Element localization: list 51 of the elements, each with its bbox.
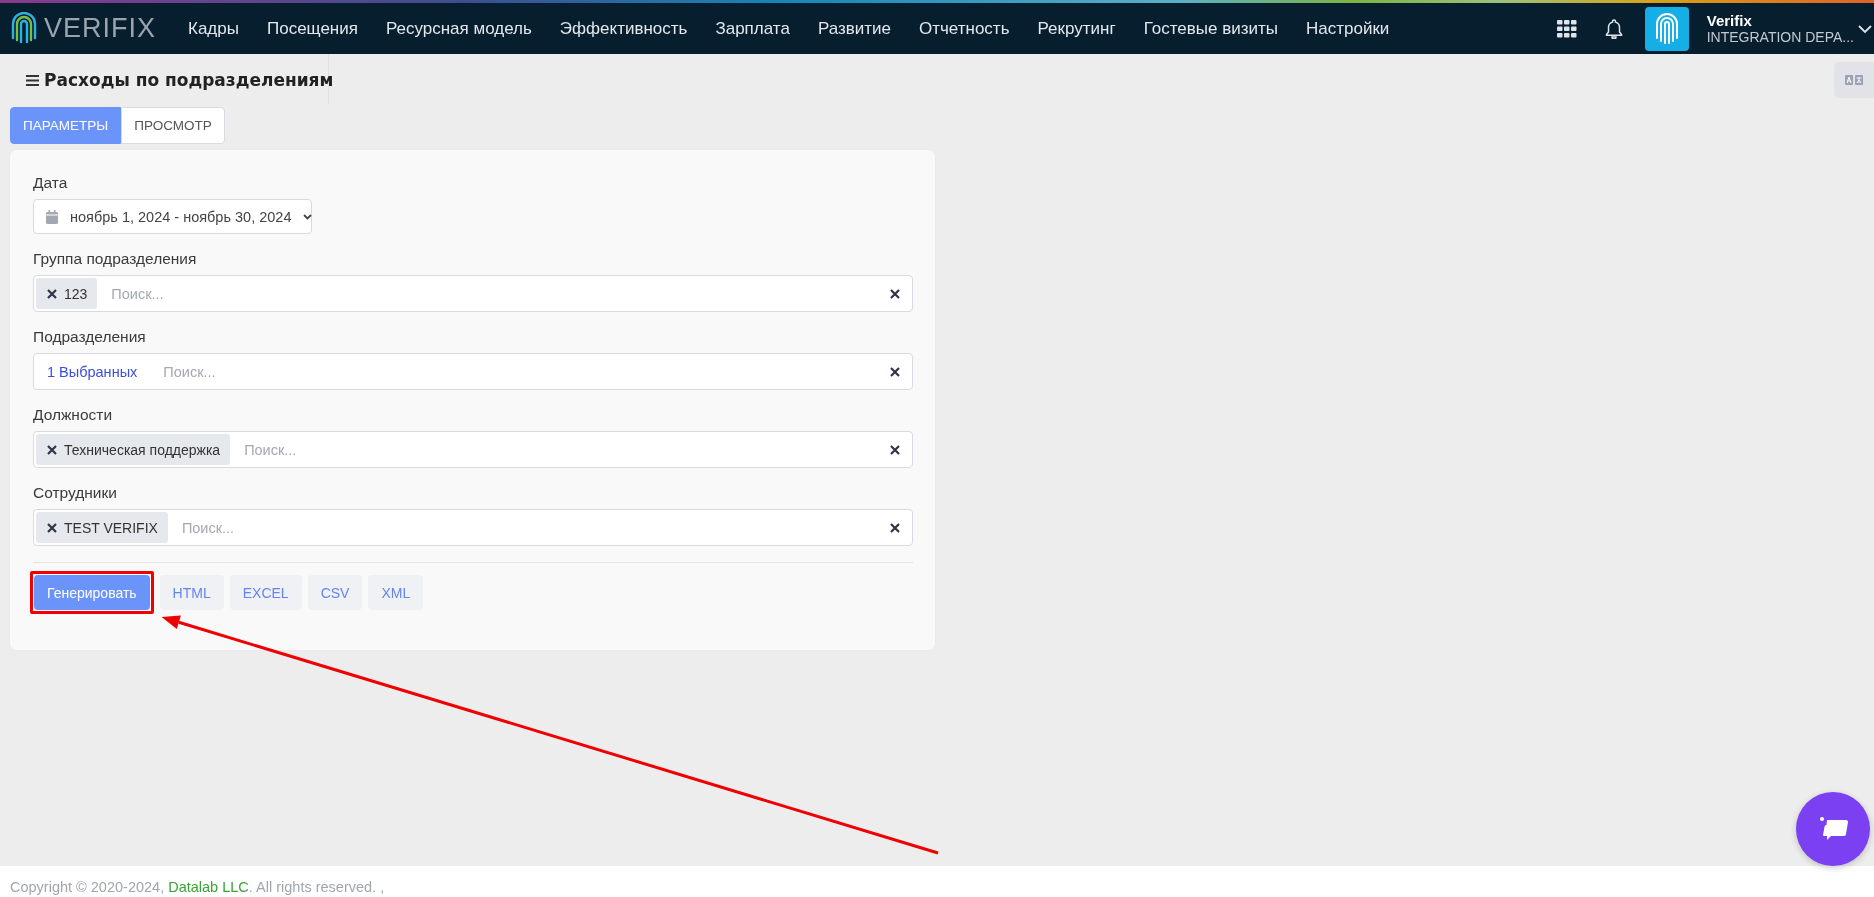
nav-menu-item[interactable]: Посещения [252,18,372,39]
bell-icon[interactable] [1604,18,1623,39]
field-label: Группа подразделения [33,250,198,268]
tag-label: Техническая поддержка [64,441,221,458]
chevron-down-icon [303,213,313,220]
nav-menu-item[interactable]: Кадры [174,18,253,39]
chat-button[interactable] [1796,792,1870,866]
grid-icon[interactable] [1556,19,1577,38]
search-input[interactable]: Поиск... [230,441,890,458]
search-input[interactable]: Поиск... [149,363,890,380]
close-icon[interactable] [890,522,900,533]
search-input[interactable]: Поиск... [97,285,890,302]
user-organization: INTEGRATION DEPA... [1706,29,1854,45]
selected-count-link[interactable]: 1 Выбранных [36,363,150,380]
field-label: Должности [33,406,114,424]
multi-select-field[interactable]: 123 Поиск... [33,275,913,312]
nav-menu-item[interactable]: Отчетность [905,18,1024,39]
nav-menu-item[interactable]: Развитие [803,18,905,39]
nav-menu-item[interactable]: Рекрутинг [1023,18,1130,39]
calendar-icon [46,209,58,224]
fingerprint-logo-icon [10,11,38,46]
field-label: Дата [33,174,69,192]
multi-select-field[interactable]: TEST VERIFIX Поиск... [33,509,913,546]
close-icon[interactable] [47,522,57,533]
menu-icon[interactable] [26,74,39,86]
user-name: Verifix [1706,12,1753,29]
nav-menu-item[interactable]: Ресурсная модель [371,18,546,39]
close-icon[interactable] [890,366,900,377]
close-icon[interactable] [890,288,900,299]
logo-text: VERIFIX [44,13,157,44]
nav-menu-item[interactable]: Настройки [1291,18,1404,39]
close-icon[interactable] [890,444,900,455]
nav-menu-item[interactable]: Зарплата [701,18,804,39]
nav-menu-item[interactable]: Гостевые визиты [1129,18,1292,39]
date-range-value: ноябрь 1, 2024 - ноябрь 30, 2024 [70,208,292,225]
page-title: Расходы по подразделениям [44,70,334,90]
field-label: Подразделения [33,328,147,346]
nav-menu-item[interactable]: Эффективность [545,18,702,39]
tag-label: 123 [64,285,88,302]
close-icon[interactable] [47,444,57,455]
multi-select-field[interactable]: Техническая поддержка Поиск... [33,431,913,468]
search-input[interactable]: Поиск... [167,519,890,536]
field-label: Сотрудники [33,484,118,502]
multi-select-field[interactable]: 1 Выбранных Поиск... [33,353,913,390]
chevron-down-icon[interactable] [1858,23,1872,34]
tag-label: TEST VERIFIX [64,519,158,536]
copyright-text: Copyright © 2020-2024, Datalab LLC. All rights reserved. , [10,879,385,895]
avatar-fingerprint-icon[interactable] [1644,6,1689,51]
close-icon[interactable] [47,288,57,299]
date-range-picker[interactable]: ноябрь 1, 2024 - ноябрь 30, 2024 [33,199,312,234]
tab[interactable]: ПРОСМОТР [121,107,225,144]
